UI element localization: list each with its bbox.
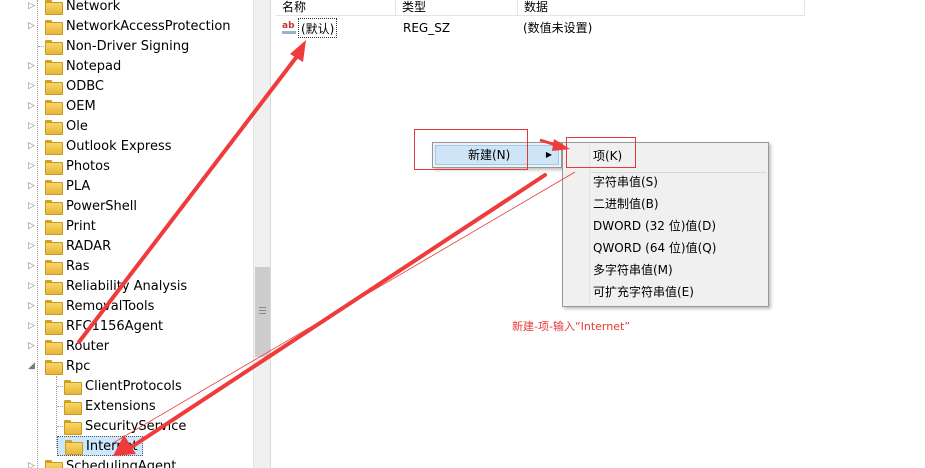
tree-node-network[interactable]: ▷ Network xyxy=(26,0,120,16)
expand-icon[interactable]: ▷ xyxy=(26,321,37,332)
tree-node-print[interactable]: ▷ Print xyxy=(26,216,96,236)
folder-icon xyxy=(64,419,82,435)
expand-icon[interactable]: ▷ xyxy=(26,341,37,352)
folder-icon xyxy=(45,339,63,355)
tree-node-radar[interactable]: ▷ RADAR xyxy=(26,236,111,256)
tree-node-reliability-analysis[interactable]: ▷ Reliability Analysis xyxy=(26,276,187,296)
tree-guide-line xyxy=(57,406,63,407)
folder-icon xyxy=(45,179,63,195)
grip-icon xyxy=(259,307,266,314)
tree-node-outlook-express[interactable]: ▷ Outlook Express xyxy=(26,136,172,156)
tree-node-networkaccessprotection[interactable]: ▷ NetworkAccessProtection xyxy=(26,16,231,36)
column-header-name[interactable]: 名称 xyxy=(276,0,396,16)
tree-node-extensions[interactable]: Extensions xyxy=(64,396,156,416)
folder-icon xyxy=(45,279,63,295)
tree-node-photos[interactable]: ▷ Photos xyxy=(26,156,110,176)
annotation-box-new xyxy=(414,129,528,170)
folder-icon xyxy=(64,399,82,415)
folder-icon xyxy=(45,139,63,155)
tree-node-oem[interactable]: ▷ OEM xyxy=(26,96,96,116)
menu-item-string-value[interactable]: 字符串值(S) xyxy=(593,172,658,192)
folder-icon xyxy=(45,459,63,468)
folder-icon xyxy=(45,39,63,55)
expand-icon[interactable]: ▷ xyxy=(26,61,37,72)
expand-icon[interactable]: ▷ xyxy=(26,461,37,468)
expand-icon[interactable]: ▷ xyxy=(26,81,37,92)
value-name-default[interactable]: (默认) xyxy=(298,18,338,38)
tree-node-notepad[interactable]: ▷ Notepad xyxy=(26,56,121,76)
tree-node-non-driver-signing[interactable]: Non-Driver Signing xyxy=(26,36,189,56)
tree-guide-line xyxy=(57,386,63,387)
folder-icon xyxy=(45,19,63,35)
tree-node-rfc1156agent[interactable]: ▷ RFC1156Agent xyxy=(26,316,163,336)
column-header-type[interactable]: 类型 xyxy=(396,0,518,16)
menu-item-dword-value[interactable]: DWORD (32 位)值(D) xyxy=(593,216,716,236)
collapse-icon[interactable]: ◢ xyxy=(26,361,37,372)
expand-icon[interactable]: ▷ xyxy=(26,221,37,232)
value-type: REG_SZ xyxy=(403,21,451,35)
folder-icon xyxy=(65,439,83,455)
expand-icon[interactable]: ▷ xyxy=(26,181,37,192)
tree-node-removaltools[interactable]: ▷ RemovalTools xyxy=(26,296,154,316)
column-header-data[interactable]: 数据 xyxy=(518,0,805,16)
expand-icon[interactable]: ▷ xyxy=(26,161,37,172)
folder-open-icon xyxy=(45,359,63,375)
submenu-arrow-icon: ▶ xyxy=(545,150,552,159)
menu-item-multi-string-value[interactable]: 多字符串值(M) xyxy=(593,260,673,280)
folder-icon xyxy=(45,79,63,95)
expand-icon[interactable]: ▷ xyxy=(26,1,37,12)
tree-node-internet[interactable]: Internet xyxy=(57,436,143,456)
tree-leaf-dash xyxy=(26,41,37,52)
tree-node-powershell[interactable]: ▷ PowerShell xyxy=(26,196,137,216)
folder-icon xyxy=(45,299,63,315)
tree-node-ole[interactable]: ▷ Ole xyxy=(26,116,88,136)
expand-icon[interactable]: ▷ xyxy=(26,301,37,312)
tree-scrollbar[interactable] xyxy=(253,0,270,468)
tree-node-securityservice[interactable]: SecurityService xyxy=(64,416,186,436)
value-data: (数值未设置) xyxy=(523,21,593,35)
tree-node-odbc[interactable]: ▷ ODBC xyxy=(26,76,104,96)
annotation-note: 新建-项-输入“Internet” xyxy=(512,320,631,333)
folder-icon xyxy=(45,119,63,135)
expand-icon[interactable]: ▷ xyxy=(26,21,37,32)
folder-icon xyxy=(45,219,63,235)
tree-guide-line xyxy=(38,46,46,47)
annotation-box-key xyxy=(566,137,636,168)
folder-icon xyxy=(45,239,63,255)
folder-icon xyxy=(45,319,63,335)
expand-icon[interactable]: ▷ xyxy=(26,101,37,112)
tree-node-router[interactable]: ▷ Router xyxy=(26,336,109,356)
expand-icon[interactable]: ▷ xyxy=(26,241,37,252)
menu-gutter xyxy=(589,145,590,304)
expand-icon[interactable]: ▷ xyxy=(26,121,37,132)
menu-item-binary-value[interactable]: 二进制值(B) xyxy=(593,194,659,214)
registry-tree: ▷ Network ▷ NetworkAccessProtection Non-Dr… xyxy=(0,0,253,468)
scrollbar-thumb[interactable] xyxy=(255,267,270,357)
tree-node-ras[interactable]: ▷ Ras xyxy=(26,256,90,276)
expand-icon[interactable]: ▷ xyxy=(26,201,37,212)
menu-item-expandable-string-value[interactable]: 可扩充字符串值(E) xyxy=(593,282,694,302)
tree-node-schedulingagent[interactable]: ▷ SchedulingAgent xyxy=(26,456,176,468)
folder-icon xyxy=(45,99,63,115)
menu-item-qword-value[interactable]: QWORD (64 位)值(Q) xyxy=(593,238,716,258)
folder-icon xyxy=(45,0,63,15)
folder-icon xyxy=(45,159,63,175)
tree-node-pla[interactable]: ▷ PLA xyxy=(26,176,90,196)
folder-icon xyxy=(64,379,82,395)
expand-icon[interactable]: ▷ xyxy=(26,281,37,292)
string-value-icon: ab xyxy=(282,21,296,35)
tree-node-clientprotocols[interactable]: ClientProtocols xyxy=(64,376,182,396)
folder-icon xyxy=(45,199,63,215)
expand-icon[interactable]: ▷ xyxy=(26,261,37,272)
tree-node-rpc[interactable]: ◢ Rpc xyxy=(26,356,90,376)
expand-icon[interactable]: ▷ xyxy=(26,141,37,152)
folder-icon xyxy=(45,259,63,275)
tree-guide-line xyxy=(57,426,63,427)
folder-icon xyxy=(45,59,63,75)
